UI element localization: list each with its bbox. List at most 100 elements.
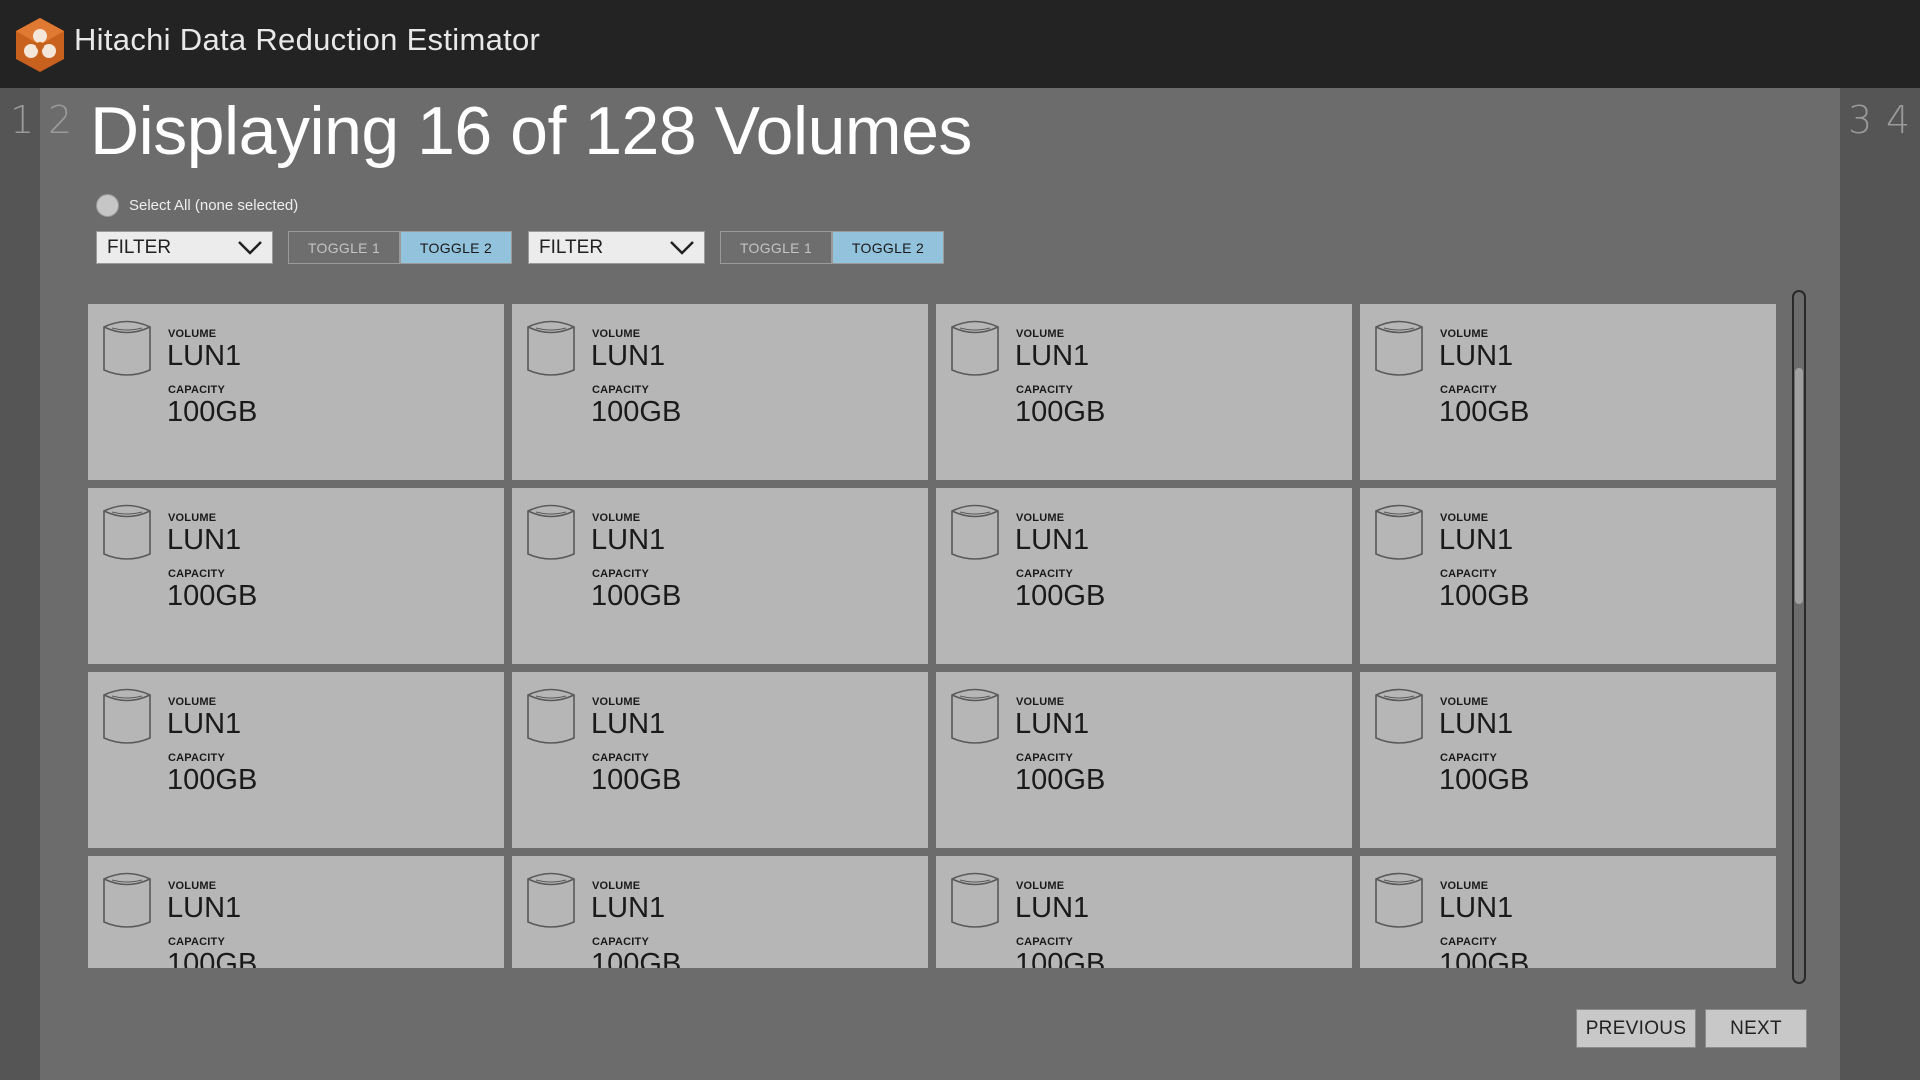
volume-grid-viewport: VOLUME LUN1 CAPACITY 100GB VOLUME LUN1 CAPACIT… (88, 304, 1778, 968)
filter-label: FILTER (107, 236, 172, 258)
capacity-label: CAPACITY (1016, 384, 1074, 396)
volume-card[interactable]: VOLUME LUN1 CAPACITY 100GB (1360, 856, 1776, 968)
previous-button[interactable]: PREVIOUS (1576, 1009, 1696, 1048)
volume-name: LUN1 (1439, 708, 1514, 740)
scrollbar-thumb[interactable] (1795, 368, 1803, 604)
capacity-label: CAPACITY (1440, 568, 1498, 580)
filter-label: FILTER (539, 236, 604, 258)
volume-cylinder-icon (103, 504, 151, 560)
volume-card[interactable]: VOLUME LUN1 CAPACITY 100GB (512, 304, 928, 480)
volume-name: LUN1 (167, 340, 242, 372)
volume-name: LUN1 (591, 340, 666, 372)
capacity-label: CAPACITY (592, 752, 650, 764)
volume-cylinder-icon (527, 872, 575, 928)
volume-label: VOLUME (1016, 512, 1065, 524)
volume-label: VOLUME (1016, 328, 1065, 340)
volume-name: LUN1 (1439, 892, 1514, 924)
volume-cylinder-icon (1375, 872, 1423, 928)
capacity-value: 100GB (1439, 396, 1530, 428)
volume-name: LUN1 (167, 708, 242, 740)
volume-cylinder-icon (1375, 688, 1423, 744)
capacity-label: CAPACITY (1016, 936, 1074, 948)
capacity-label: CAPACITY (592, 936, 650, 948)
volume-cylinder-icon (103, 872, 151, 928)
capacity-label: CAPACITY (1440, 936, 1498, 948)
capacity-value: 100GB (167, 764, 258, 796)
volume-label: VOLUME (1440, 880, 1489, 892)
step-4[interactable]: 4 (1886, 98, 1910, 142)
volume-name: LUN1 (591, 524, 666, 556)
app-header: Hitachi Data Reduction Estimator (0, 0, 1920, 88)
capacity-label: CAPACITY (592, 568, 650, 580)
capacity-value: 100GB (1015, 396, 1106, 428)
volume-card[interactable]: VOLUME LUN1 CAPACITY 100GB (1360, 304, 1776, 480)
capacity-value: 100GB (591, 764, 682, 796)
chevron-down-icon (238, 240, 262, 255)
volume-card[interactable]: VOLUME LUN1 CAPACITY 100GB (512, 856, 928, 968)
volume-name: LUN1 (591, 892, 666, 924)
capacity-value: 100GB (591, 948, 682, 968)
step-1[interactable]: 1 (10, 98, 34, 142)
volume-card[interactable]: VOLUME LUN1 CAPACITY 100GB (88, 488, 504, 664)
volume-label: VOLUME (168, 328, 217, 340)
step-3[interactable]: 3 (1848, 98, 1872, 142)
app-title: Hitachi Data Reduction Estimator (74, 22, 541, 57)
volume-card[interactable]: VOLUME LUN1 CAPACITY 100GB (1360, 672, 1776, 848)
toggle-group-1: TOGGLE 1 TOGGLE 2 (288, 231, 512, 264)
volume-name: LUN1 (1015, 340, 1090, 372)
capacity-value: 100GB (167, 396, 258, 428)
filter-dropdown-1[interactable]: FILTER (96, 231, 273, 264)
volume-card[interactable]: VOLUME LUN1 CAPACITY 100GB (88, 672, 504, 848)
volume-name: LUN1 (1439, 340, 1514, 372)
capacity-value: 100GB (1439, 580, 1530, 612)
volume-label: VOLUME (592, 880, 641, 892)
scrollbar-track[interactable] (1792, 290, 1806, 984)
volume-card[interactable]: VOLUME LUN1 CAPACITY 100GB (1360, 488, 1776, 664)
volume-cylinder-icon (951, 872, 999, 928)
select-all-radio[interactable] (96, 193, 119, 217)
step-2[interactable]: 2 (48, 98, 72, 142)
toggle-2-button[interactable]: TOGGLE 2 (400, 231, 512, 264)
capacity-label: CAPACITY (168, 752, 226, 764)
next-button[interactable]: NEXT (1705, 1009, 1807, 1048)
capacity-label: CAPACITY (592, 384, 650, 396)
volume-label: VOLUME (168, 880, 217, 892)
capacity-label: CAPACITY (1440, 752, 1498, 764)
volume-card[interactable]: VOLUME LUN1 CAPACITY 100GB (512, 672, 928, 848)
capacity-value: 100GB (167, 580, 258, 612)
volume-label: VOLUME (592, 512, 641, 524)
toggle-1-button[interactable]: TOGGLE 1 (720, 231, 832, 264)
volume-cylinder-icon (951, 688, 999, 744)
capacity-label: CAPACITY (168, 384, 226, 396)
volume-card[interactable]: VOLUME LUN1 CAPACITY 100GB (88, 856, 504, 968)
capacity-value: 100GB (591, 580, 682, 612)
volume-card[interactable]: VOLUME LUN1 CAPACITY 100GB (936, 856, 1352, 968)
volume-cylinder-icon (527, 688, 575, 744)
volume-card[interactable]: VOLUME LUN1 CAPACITY 100GB (88, 304, 504, 480)
hitachi-logo-icon (16, 18, 64, 72)
capacity-label: CAPACITY (168, 936, 226, 948)
volume-card[interactable]: VOLUME LUN1 CAPACITY 100GB (936, 304, 1352, 480)
volume-cylinder-icon (527, 320, 575, 376)
page-title: Displaying 16 of 128 Volumes (90, 93, 972, 169)
volume-card[interactable]: VOLUME LUN1 CAPACITY 100GB (936, 672, 1352, 848)
volume-name: LUN1 (1015, 708, 1090, 740)
volume-label: VOLUME (168, 512, 217, 524)
volume-name: LUN1 (591, 708, 666, 740)
volume-cylinder-icon (103, 688, 151, 744)
volume-grid: VOLUME LUN1 CAPACITY 100GB VOLUME LUN1 CAPACIT… (88, 304, 1778, 968)
select-all-control[interactable]: Select All (none selected) (96, 193, 298, 217)
volume-cylinder-icon (103, 320, 151, 376)
volume-name: LUN1 (167, 524, 242, 556)
toggle-2-button[interactable]: TOGGLE 2 (832, 231, 944, 264)
capacity-value: 100GB (591, 396, 682, 428)
filter-dropdown-2[interactable]: FILTER (528, 231, 705, 264)
volume-card[interactable]: VOLUME LUN1 CAPACITY 100GB (936, 488, 1352, 664)
step-rail-left (0, 88, 40, 1080)
capacity-value: 100GB (1015, 948, 1106, 968)
capacity-label: CAPACITY (1440, 384, 1498, 396)
volume-cylinder-icon (1375, 504, 1423, 560)
toggle-1-button[interactable]: TOGGLE 1 (288, 231, 400, 264)
volume-card[interactable]: VOLUME LUN1 CAPACITY 100GB (512, 488, 928, 664)
volume-cylinder-icon (951, 320, 999, 376)
